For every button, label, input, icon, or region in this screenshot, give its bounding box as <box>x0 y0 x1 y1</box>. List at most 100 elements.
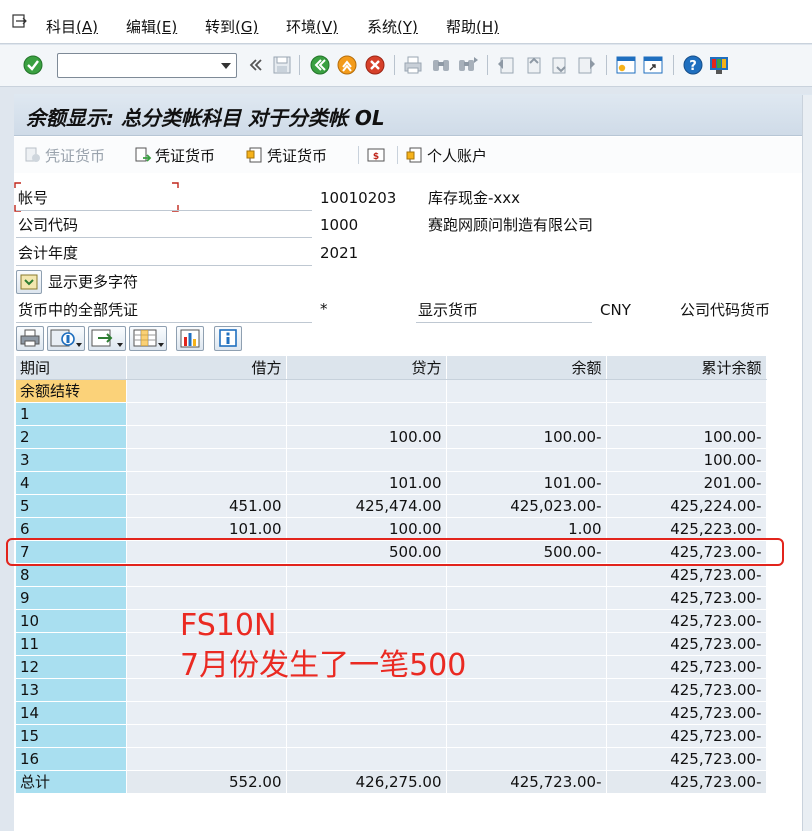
cancel-icon[interactable] <box>364 54 386 76</box>
cell-period[interactable]: 7 <box>16 540 127 564</box>
cell-cumulative[interactable]: 425,223.00- <box>606 517 767 541</box>
cell-period[interactable]: 11 <box>16 632 127 656</box>
cell-credit[interactable]: 425,474.00 <box>286 494 447 518</box>
cell-debit[interactable] <box>126 563 287 587</box>
column-header-period[interactable]: 期间 <box>16 356 127 380</box>
column-header-credit[interactable]: 贷方 <box>286 356 447 380</box>
menu-item-environment[interactable]: 环境(V) <box>286 17 338 37</box>
cell-period[interactable]: 15 <box>16 724 127 748</box>
document-currency-button-disabled[interactable]: 凭证货币 <box>24 143 105 167</box>
cell-credit[interactable] <box>286 402 447 426</box>
cell-credit[interactable] <box>286 448 447 472</box>
cell-credit[interactable]: 100.00 <box>286 517 447 541</box>
cell-cumulative[interactable]: 201.00- <box>606 471 767 495</box>
menu-item-help[interactable]: 帮助(H) <box>446 17 499 37</box>
column-header-balance[interactable]: 余额 <box>446 356 607 380</box>
table-row[interactable]: 7 500.00 500.00- 425,723.00- <box>16 540 767 564</box>
more-fields-button[interactable] <box>16 270 42 294</box>
cell-balance[interactable] <box>446 632 607 656</box>
back-icon[interactable] <box>309 54 331 76</box>
cell-period[interactable]: 4 <box>16 471 127 495</box>
column-header-debit[interactable]: 借方 <box>126 356 287 380</box>
cell-period[interactable]: 8 <box>16 563 127 587</box>
company-code-value[interactable]: 1000 <box>320 215 358 235</box>
cell-debit[interactable] <box>126 701 287 725</box>
cell-cumulative[interactable]: 425,723.00- <box>606 655 767 679</box>
cell-cumulative[interactable]: 425,723.00- <box>606 586 767 610</box>
cell-cumulative[interactable]: 425,723.00- <box>606 563 767 587</box>
table-row[interactable]: 2 100.00 100.00- 100.00- <box>16 425 767 449</box>
help-icon[interactable]: ? <box>682 54 704 76</box>
cell-cumulative[interactable]: 425,723.00- <box>606 632 767 656</box>
vertical-scrollbar[interactable] <box>802 95 812 831</box>
cell-debit[interactable] <box>126 540 287 564</box>
cell-period[interactable]: 13 <box>16 678 127 702</box>
table-row[interactable]: 5 451.00 425,474.00 425,023.00- 425,224.00- <box>16 494 767 518</box>
cell-balance[interactable] <box>446 379 607 403</box>
cell-period[interactable]: 6 <box>16 517 127 541</box>
cell-credit[interactable] <box>286 747 447 771</box>
back-chevrons-icon[interactable] <box>245 54 267 76</box>
export-button[interactable] <box>88 326 126 351</box>
cell-cumulative[interactable]: 425,723.00- <box>606 701 767 725</box>
cell-period[interactable]: 1 <box>16 402 127 426</box>
cell-cumulative[interactable]: 425,723.00- <box>606 724 767 748</box>
table-row[interactable]: 1 <box>16 402 767 426</box>
cell-balance[interactable] <box>446 563 607 587</box>
document-currency-button[interactable]: 凭证货币 <box>134 143 215 167</box>
menu-item-system[interactable]: 系统(Y) <box>367 17 418 37</box>
table-row[interactable]: 3 100.00- <box>16 448 767 472</box>
cell-credit[interactable]: 101.00 <box>286 471 447 495</box>
graphic-button[interactable] <box>176 326 204 351</box>
display-currency-value[interactable]: CNY <box>600 300 631 320</box>
cell-period[interactable]: 5 <box>16 494 127 518</box>
cell-credit[interactable] <box>286 724 447 748</box>
customize-layout-icon[interactable] <box>708 54 730 76</box>
cell-credit[interactable] <box>286 701 447 725</box>
fiscal-year-value[interactable]: 2021 <box>320 243 358 263</box>
create-session-icon[interactable] <box>615 54 637 76</box>
cell-cumulative[interactable]: 100.00- <box>606 448 767 472</box>
layout-button[interactable] <box>129 326 167 351</box>
table-row[interactable]: 4 101.00 101.00- 201.00- <box>16 471 767 495</box>
cell-balance[interactable] <box>446 448 607 472</box>
cell-debit[interactable] <box>126 747 287 771</box>
last-page-icon[interactable] <box>576 54 598 76</box>
cell-period[interactable]: 9 <box>16 586 127 610</box>
menu-icon[interactable] <box>12 13 28 29</box>
cell-balance[interactable]: 425,023.00- <box>446 494 607 518</box>
cell-debit[interactable] <box>126 724 287 748</box>
table-row[interactable]: 16 425,723.00- <box>16 747 767 771</box>
next-page-icon[interactable] <box>549 54 571 76</box>
currency-exchange-button[interactable]: $ <box>367 143 385 167</box>
cell-credit[interactable]: 426,275.00 <box>286 770 447 794</box>
cell-cumulative[interactable]: 425,723.00- <box>606 678 767 702</box>
cell-balance[interactable]: 425,723.00- <box>446 770 607 794</box>
cell-cumulative[interactable]: 425,224.00- <box>606 494 767 518</box>
cell-cumulative[interactable]: 425,723.00- <box>606 609 767 633</box>
save-icon[interactable] <box>271 54 293 76</box>
print-icon[interactable] <box>402 54 424 76</box>
cell-cumulative[interactable] <box>606 379 767 403</box>
find-next-icon[interactable] <box>457 54 479 76</box>
cell-balance[interactable]: 100.00- <box>446 425 607 449</box>
account-value[interactable]: 10010203 <box>320 188 396 208</box>
exit-icon[interactable] <box>336 54 358 76</box>
cell-balance[interactable] <box>446 678 607 702</box>
table-row[interactable]: 余额结转 <box>16 379 767 403</box>
cell-cumulative[interactable] <box>606 402 767 426</box>
cell-balance[interactable]: 500.00- <box>446 540 607 564</box>
cell-period[interactable]: 14 <box>16 701 127 725</box>
cell-debit[interactable]: 451.00 <box>126 494 287 518</box>
cell-period[interactable]: 12 <box>16 655 127 679</box>
cell-cumulative[interactable]: 425,723.00- <box>606 540 767 564</box>
table-row[interactable]: 6 101.00 100.00 1.00 425,223.00- <box>16 517 767 541</box>
previous-page-icon[interactable] <box>522 54 544 76</box>
cell-balance[interactable] <box>446 655 607 679</box>
cell-balance[interactable] <box>446 402 607 426</box>
cell-period[interactable]: 10 <box>16 609 127 633</box>
cell-cumulative[interactable]: 425,723.00- <box>606 770 767 794</box>
cell-balance[interactable] <box>446 586 607 610</box>
document-currency-list-button[interactable]: 凭证货币 <box>246 143 327 167</box>
cell-cumulative[interactable]: 100.00- <box>606 425 767 449</box>
